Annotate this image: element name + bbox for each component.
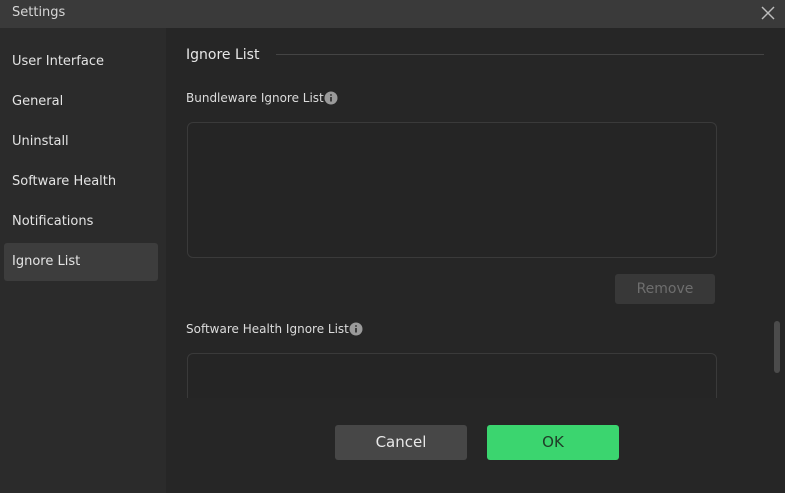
dialog-footer [166, 398, 785, 493]
section-title: Ignore List [186, 47, 260, 63]
settings-sidebar: User Interface General Uninstall Softwar… [0, 28, 166, 493]
sidebar-item-label: General [12, 94, 64, 109]
cancel-button[interactable]: Cancel [335, 425, 467, 460]
info-icon[interactable] [324, 90, 338, 105]
close-icon[interactable] [759, 4, 777, 22]
sidebar-item-label: Uninstall [12, 134, 69, 149]
section-divider [276, 54, 764, 55]
settings-window: Settings User Interface General Uninstal… [0, 0, 785, 493]
bundleware-ignore-list-label: Bundleware Ignore List [186, 91, 324, 105]
sidebar-item-general[interactable]: General [4, 83, 158, 121]
sidebar-item-label: User Interface [12, 54, 104, 69]
title-bar: Settings [0, 0, 785, 28]
software-health-ignore-list-label: Software Health Ignore List [186, 322, 349, 336]
info-icon[interactable] [349, 321, 363, 336]
sidebar-item-label: Software Health [12, 174, 117, 189]
sidebar-item-label: Notifications [12, 214, 94, 229]
scrollbar-thumb[interactable] [774, 321, 780, 373]
sidebar-item-notifications[interactable]: Notifications [4, 203, 158, 241]
sidebar-item-software-health[interactable]: Software Health [4, 163, 158, 201]
sidebar-item-ignore-list[interactable]: Ignore List [4, 243, 158, 281]
sidebar-item-label: Ignore List [12, 254, 81, 269]
bundleware-ignore-list[interactable] [187, 122, 717, 258]
remove-button[interactable]: Remove [615, 274, 715, 304]
sidebar-item-user-interface[interactable]: User Interface [4, 43, 158, 81]
window-title: Settings [12, 5, 66, 20]
ok-button[interactable]: OK [487, 425, 619, 460]
sidebar-item-uninstall[interactable]: Uninstall [4, 123, 158, 161]
settings-content: Ignore List Bundleware Ignore List Remov… [166, 28, 785, 493]
